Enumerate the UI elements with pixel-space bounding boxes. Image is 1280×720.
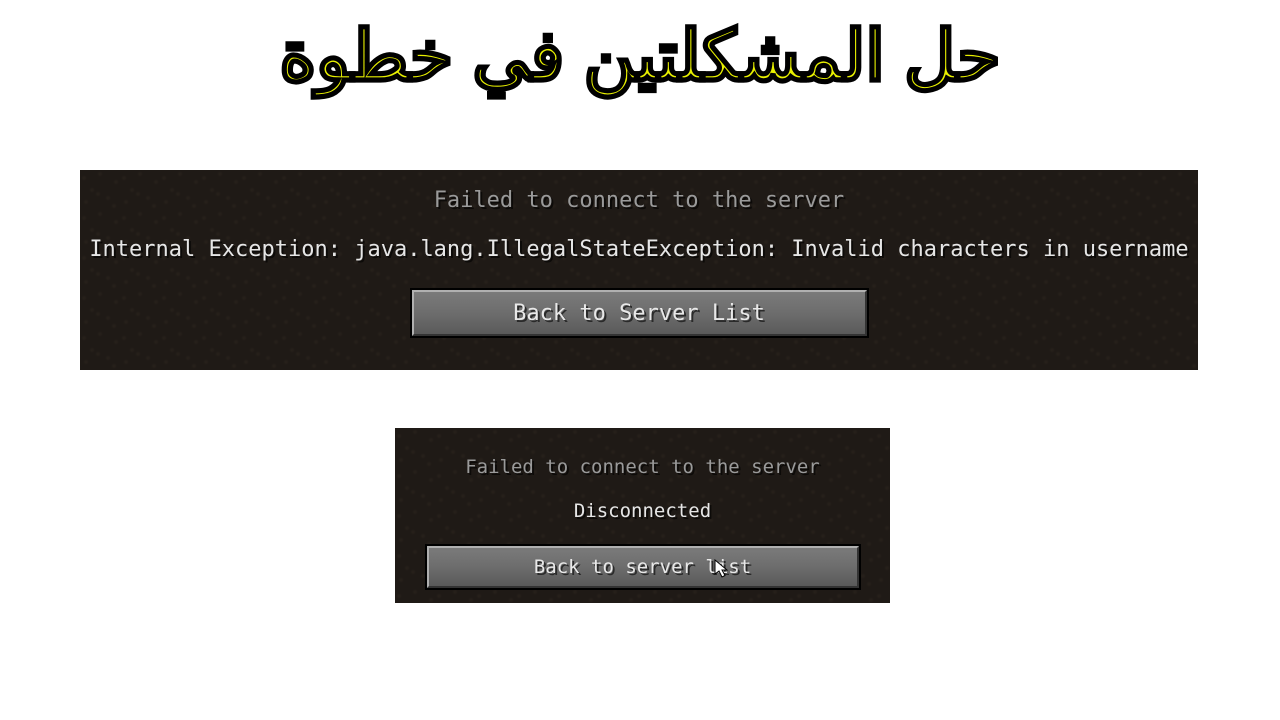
error-header-2: Failed to connect to the server: [465, 456, 820, 478]
back-to-server-list-button-2[interactable]: Back to server list: [427, 546, 859, 588]
error-panel-1: Failed to connect to the server Internal…: [80, 170, 1198, 370]
error-header-1: Failed to connect to the server: [434, 188, 845, 213]
error-body-2: Disconnected: [574, 500, 711, 522]
button-label-2: Back to server list: [534, 556, 751, 578]
back-to-server-list-button-1[interactable]: Back to Server List: [412, 290, 867, 336]
page-title-arabic: حل المشكلتين في خطوة: [279, 15, 1000, 97]
error-panel-2: Failed to connect to the server Disconne…: [395, 428, 890, 603]
error-body-1: Internal Exception: java.lang.IllegalSta…: [89, 237, 1188, 262]
